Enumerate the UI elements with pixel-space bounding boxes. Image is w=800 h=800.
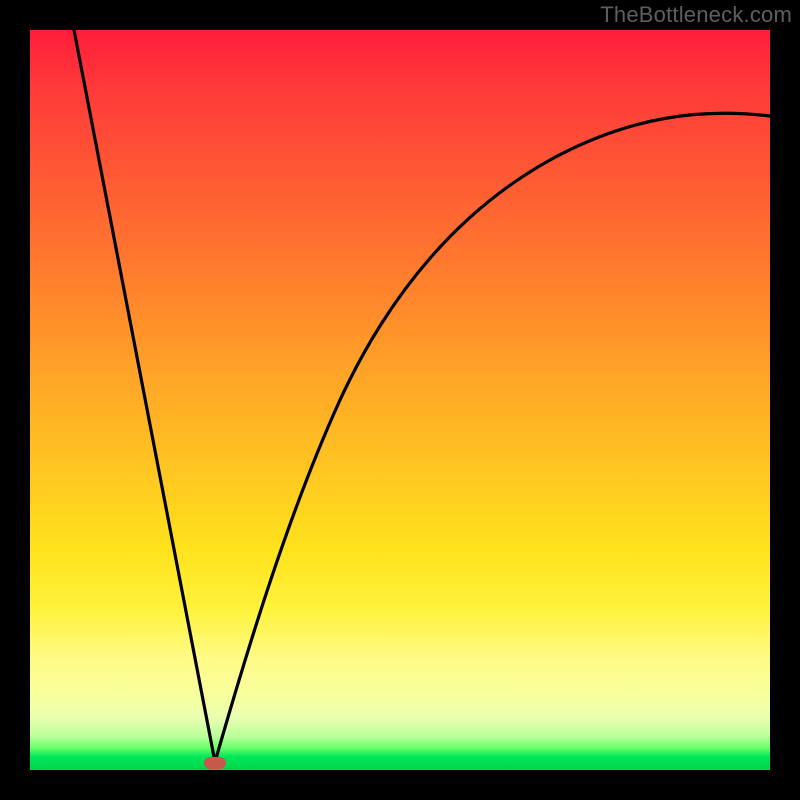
curve-right-branch [215,113,770,762]
attribution-text: TheBottleneck.com [600,2,792,28]
chart-frame: TheBottleneck.com [0,0,800,800]
minimum-marker [204,757,226,769]
bottleneck-curve [30,30,770,770]
curve-left-branch [74,30,215,762]
plot-area [30,30,770,770]
